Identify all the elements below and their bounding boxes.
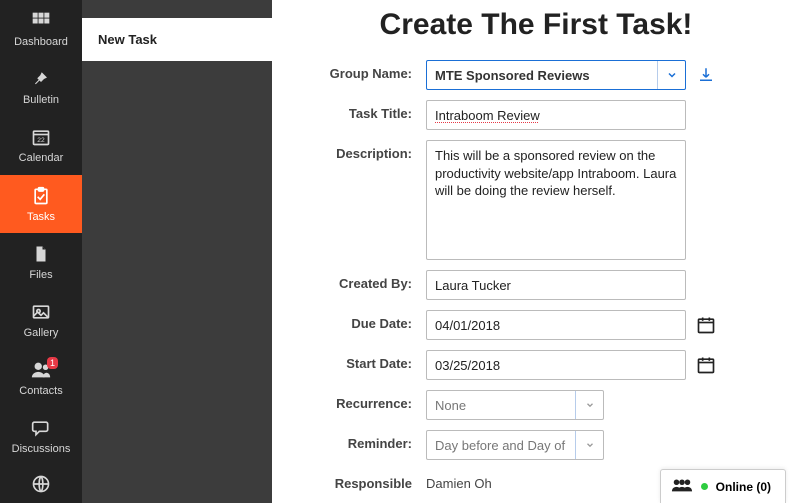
- secondary-panel: New Task: [82, 0, 272, 503]
- label-task-title: Task Title:: [302, 100, 426, 121]
- task-title-input[interactable]: [426, 100, 686, 130]
- clipboard-check-icon: [30, 185, 52, 207]
- nav-files[interactable]: Files: [0, 233, 82, 291]
- nav-calendar[interactable]: 22 Calendar: [0, 116, 82, 174]
- notification-badge: 1: [47, 357, 58, 369]
- reminder-value: Day before and Day of: [435, 438, 565, 453]
- nav-label: Files: [29, 269, 52, 281]
- online-dot-icon: [701, 483, 708, 490]
- calendar-icon: 22: [30, 126, 52, 148]
- label-responsible: Responsible: [302, 470, 426, 491]
- nav-gallery[interactable]: Gallery: [0, 291, 82, 349]
- recurrence-value: None: [435, 398, 466, 413]
- page-title: Create The First Task!: [302, 8, 770, 42]
- description-input[interactable]: [426, 140, 686, 260]
- chevron-down-icon: [657, 61, 685, 89]
- nav-label: Contacts: [19, 385, 62, 397]
- people-icon: [671, 477, 693, 496]
- nav-label: Bulletin: [23, 94, 59, 106]
- new-task-label: New Task: [98, 32, 157, 47]
- nav-contacts[interactable]: 1 Contacts: [0, 349, 82, 407]
- chevron-down-icon: [575, 431, 603, 459]
- new-task-card[interactable]: New Task: [82, 18, 272, 61]
- globe-icon: [30, 473, 52, 495]
- nav-label: Calendar: [19, 152, 64, 164]
- label-start-date: Start Date:: [302, 350, 426, 371]
- grid-icon: [30, 10, 52, 32]
- nav-discussions[interactable]: Discussions: [0, 407, 82, 465]
- nav-label: Tasks: [27, 211, 55, 223]
- image-icon: [30, 301, 52, 323]
- recurrence-select[interactable]: None: [426, 390, 604, 420]
- file-icon: [30, 243, 52, 265]
- label-recurrence: Recurrence:: [302, 390, 426, 411]
- nav-bulletin[interactable]: Bulletin: [0, 58, 82, 116]
- due-date-input[interactable]: [426, 310, 686, 340]
- label-due-date: Due Date:: [302, 310, 426, 331]
- chevron-down-icon: [575, 391, 603, 419]
- sidebar: Dashboard Bulletin 22 Calendar Tasks Fil…: [0, 0, 82, 503]
- svg-text:22: 22: [37, 137, 45, 144]
- nav-label: Dashboard: [14, 36, 68, 48]
- nav-tasks[interactable]: Tasks: [0, 175, 82, 233]
- reminder-select[interactable]: Day before and Day of: [426, 430, 604, 460]
- pin-icon: [30, 68, 52, 90]
- online-status-bar[interactable]: Online (0): [660, 469, 786, 503]
- responsible-person: Damien Oh: [426, 470, 492, 491]
- start-date-input[interactable]: [426, 350, 686, 380]
- online-label: Online (0): [716, 480, 771, 494]
- chat-icon: [30, 417, 52, 439]
- start-date-calendar-button[interactable]: [694, 350, 718, 380]
- due-date-calendar-button[interactable]: [694, 310, 718, 340]
- download-group-button[interactable]: [694, 60, 718, 90]
- label-created-by: Created By:: [302, 270, 426, 291]
- created-by-input: [426, 270, 686, 300]
- nav-label: Gallery: [24, 327, 59, 339]
- group-select-value: MTE Sponsored Reviews: [435, 68, 590, 83]
- nav-more[interactable]: [0, 466, 82, 503]
- label-group: Group Name:: [302, 60, 426, 81]
- group-select[interactable]: MTE Sponsored Reviews: [426, 60, 686, 90]
- nav-label: Discussions: [12, 443, 71, 455]
- nav-dashboard[interactable]: Dashboard: [0, 0, 82, 58]
- main-panel: Create The First Task! Group Name: MTE S…: [272, 0, 800, 503]
- label-reminder: Reminder:: [302, 430, 426, 451]
- label-description: Description:: [302, 140, 426, 161]
